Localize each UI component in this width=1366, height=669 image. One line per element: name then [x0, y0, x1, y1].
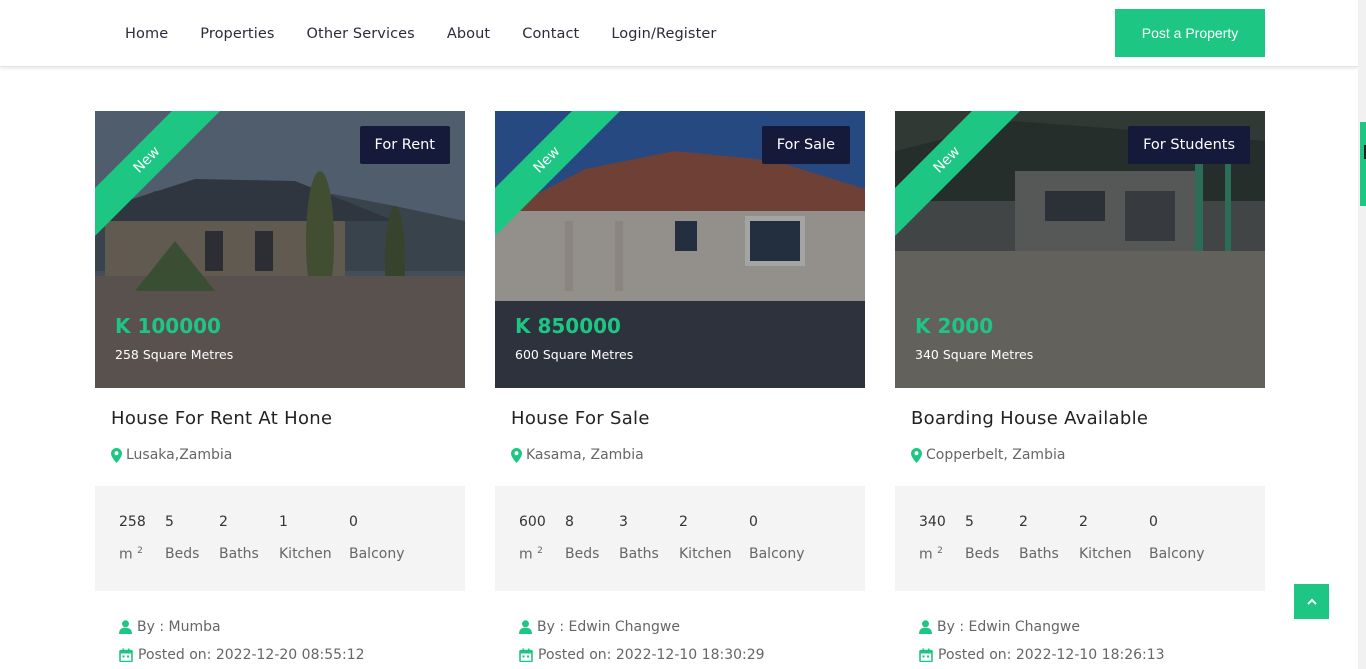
- feature-baths: 2 Baths: [219, 514, 259, 562]
- calendar-icon: [519, 648, 533, 662]
- nav-other-services[interactable]: Other Services: [307, 26, 415, 42]
- property-image[interactable]: New For Rent K 100000 258 Square Metres: [95, 111, 465, 388]
- user-icon: [919, 620, 932, 634]
- feature-list: 340 m 2 5 Beds 2 Baths 2 Kitchen 0 Balcony: [895, 486, 1265, 591]
- feature-list: 600 m 2 8 Beds 3 Baths 2 Kitchen 0 Balcony: [495, 486, 865, 591]
- card-meta: By : Edwin Changwe Posted on: 2022-12-10…: [895, 591, 1265, 669]
- map-pin-icon: [911, 447, 922, 463]
- map-pin-icon: [111, 447, 122, 463]
- page-scrollbar[interactable]: [1358, 0, 1366, 669]
- location: Kasama, Zambia: [511, 447, 644, 463]
- post-property-button[interactable]: Post a Property: [1115, 9, 1265, 57]
- new-ribbon: New: [95, 111, 235, 251]
- price: K 2000: [915, 314, 994, 338]
- main-nav: Home Properties Other Services About Con…: [125, 0, 748, 67]
- feature-size: 258 m 2: [119, 514, 146, 563]
- card-body: House For Rent At Hone Lusaka,Zambia: [95, 388, 465, 486]
- user-icon: [519, 620, 532, 634]
- owner: By : Edwin Changwe: [519, 619, 680, 635]
- owner: By : Edwin Changwe: [919, 619, 1080, 635]
- nav-properties[interactable]: Properties: [200, 26, 274, 42]
- feature-kitchen: 2 Kitchen: [679, 514, 732, 562]
- area: 600 Square Metres: [515, 347, 634, 362]
- card-meta: By : Edwin Changwe Posted on: 2022-12-10…: [495, 591, 865, 669]
- area: 258 Square Metres: [115, 347, 234, 362]
- feature-baths: 2 Baths: [1019, 514, 1059, 562]
- feature-balcony: 0 Balcony: [1149, 514, 1205, 562]
- location-text: Kasama, Zambia: [526, 447, 644, 463]
- price: K 850000: [515, 314, 621, 338]
- nav-about[interactable]: About: [447, 26, 490, 42]
- price: K 100000: [115, 314, 221, 338]
- feature-beds: 8 Beds: [565, 514, 600, 562]
- area: 340 Square Metres: [915, 347, 1034, 362]
- nav-login-register[interactable]: Login/Register: [611, 26, 716, 42]
- card-meta: By : Mumba Posted on: 2022-12-20 08:55:1…: [95, 591, 465, 669]
- nav-contact[interactable]: Contact: [522, 26, 579, 42]
- location-text: Copperbelt, Zambia: [926, 447, 1066, 463]
- property-card[interactable]: New For Rent K 100000 258 Square Metres …: [95, 111, 465, 669]
- property-image[interactable]: New For Students K 2000 340 Square Metre…: [895, 111, 1265, 388]
- user-icon: [119, 620, 132, 634]
- feature-size: 600 m 2: [519, 514, 546, 563]
- property-card[interactable]: New For Students K 2000 340 Square Metre…: [895, 111, 1265, 669]
- feature-balcony: 0 Balcony: [349, 514, 405, 562]
- location: Lusaka,Zambia: [111, 447, 232, 463]
- feature-beds: 5 Beds: [965, 514, 1000, 562]
- posted-date: Posted on: 2022-12-10 18:26:13: [919, 647, 1165, 663]
- feature-baths: 3 Baths: [619, 514, 659, 562]
- location: Copperbelt, Zambia: [911, 447, 1065, 463]
- posted-date: Posted on: 2022-12-10 18:30:29: [519, 647, 765, 663]
- back-to-top-button[interactable]: [1294, 584, 1329, 619]
- listing-type-badge: For Rent: [359, 126, 450, 164]
- card-body: House For Sale Kasama, Zambia: [495, 388, 865, 486]
- nav-home[interactable]: Home: [125, 26, 168, 42]
- location-text: Lusaka,Zambia: [126, 447, 233, 463]
- property-title[interactable]: Boarding House Available: [911, 408, 1148, 429]
- posted-date: Posted on: 2022-12-20 08:55:12: [119, 647, 365, 663]
- property-card[interactable]: New For Sale K 850000 600 Square Metres …: [495, 111, 865, 669]
- listing-type-badge: For Sale: [761, 126, 850, 164]
- feature-kitchen: 2 Kitchen: [1079, 514, 1132, 562]
- feature-balcony: 0 Balcony: [749, 514, 805, 562]
- chevron-up-icon: [1306, 598, 1317, 605]
- owner: By : Mumba: [119, 619, 221, 635]
- feature-size: 340 m 2: [919, 514, 946, 563]
- card-body: Boarding House Available Copperbelt, Zam…: [895, 388, 1265, 486]
- property-title[interactable]: House For Rent At Hone: [111, 408, 332, 429]
- feature-list: 258 m 2 5 Beds 2 Baths 1 Kitchen 0 Balcony: [95, 486, 465, 591]
- new-ribbon: New: [495, 111, 635, 251]
- feature-beds: 5 Beds: [165, 514, 200, 562]
- listing-type-badge: For Students: [1128, 126, 1250, 164]
- new-ribbon: New: [895, 111, 1035, 251]
- scrollbar-thumb[interactable]: [1360, 122, 1366, 206]
- site-header: Home Properties Other Services About Con…: [0, 0, 1358, 67]
- property-title[interactable]: House For Sale: [511, 408, 650, 429]
- calendar-icon: [919, 648, 933, 662]
- map-pin-icon: [511, 447, 522, 463]
- property-image[interactable]: New For Sale K 850000 600 Square Metres: [495, 111, 865, 388]
- feature-kitchen: 1 Kitchen: [279, 514, 332, 562]
- calendar-icon: [119, 648, 133, 662]
